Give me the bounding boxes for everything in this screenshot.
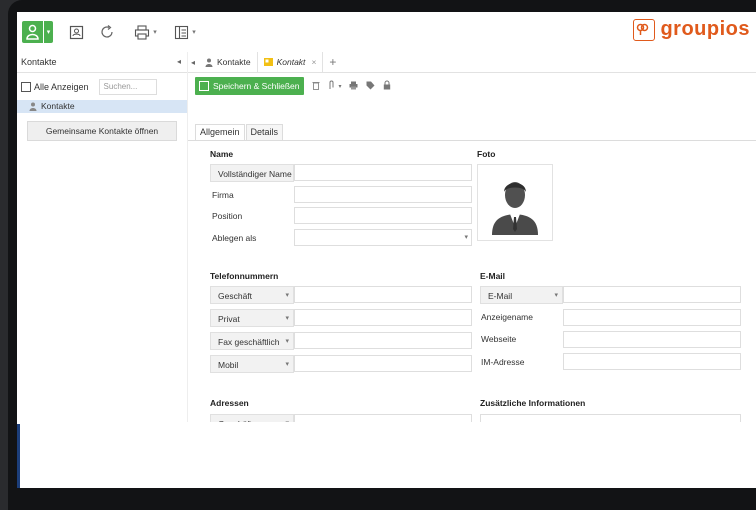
- position-label: Position: [212, 211, 243, 221]
- refresh-icon[interactable]: [97, 21, 117, 43]
- addresses-section-title: Adressen: [210, 398, 249, 408]
- user-menu-chevron-icon[interactable]: ▾: [44, 21, 53, 43]
- save-icon: [199, 81, 209, 91]
- lock-icon[interactable]: [383, 80, 391, 92]
- show-all-label: Alle Anzeigen: [34, 82, 89, 92]
- position-input[interactable]: [294, 207, 472, 224]
- add-tab-icon[interactable]: +: [329, 55, 336, 69]
- phone-mobile-input[interactable]: [294, 355, 472, 372]
- email-section-title: E-Mail: [480, 271, 506, 281]
- tab-label: Kontakte: [217, 57, 251, 67]
- website-label: Webseite: [481, 334, 517, 344]
- groupios-logo: groupios: [633, 18, 750, 41]
- tag-icon[interactable]: [366, 81, 375, 92]
- file-as-select[interactable]: ▾: [294, 229, 472, 246]
- save-and-close-label: Speichern & Schließen: [213, 81, 300, 91]
- phone-fax-input[interactable]: [294, 332, 472, 349]
- avatar-icon: [492, 182, 538, 235]
- sidebar-header: Kontakte ◂: [17, 52, 187, 73]
- chevron-down-icon: ▾: [285, 338, 289, 345]
- phone-type-label: Fax geschäftlich: [218, 337, 280, 347]
- sidebar-search-input[interactable]: Suchen...: [98, 79, 157, 95]
- contact-person-icon: [29, 102, 37, 111]
- close-tab-icon[interactable]: ×: [311, 57, 316, 67]
- file-as-label: Ablegen als: [212, 233, 257, 243]
- user-icon[interactable]: [22, 21, 43, 43]
- save-and-close-button[interactable]: Speichern & Schließen: [195, 77, 305, 95]
- print-icon[interactable]: [133, 21, 151, 43]
- form-subtabs: Allgemein Details: [195, 124, 284, 140]
- email-input[interactable]: [563, 286, 741, 303]
- company-label: Firma: [212, 190, 234, 200]
- phone-type-label: Geschäft: [218, 291, 253, 301]
- contacts-book-icon[interactable]: [66, 21, 86, 43]
- sidebar-filter-row: Alle Anzeigen Suchen...: [17, 76, 187, 98]
- phone-business-input[interactable]: [294, 286, 472, 303]
- company-input[interactable]: [294, 186, 472, 203]
- app-screen: ▾ ▾ ▾ groupios Kontakte ◂ Alle Anzeigen …: [17, 12, 756, 488]
- contacts-tab-icon: [205, 58, 213, 67]
- print-contact-icon[interactable]: [349, 81, 358, 92]
- print-menu-chevron-icon[interactable]: ▾: [152, 21, 158, 43]
- im-address-label: IM-Adresse: [481, 357, 525, 367]
- logo-mark-icon: [633, 18, 656, 41]
- phone-type-select-private[interactable]: Privat ▾: [210, 309, 294, 327]
- additional-info-section-title: Zusätzliche Informationen: [480, 398, 586, 408]
- fullname-button-label: Vollständiger Name: [218, 169, 292, 179]
- phone-type-select-fax[interactable]: Fax geschäftlich ▾: [210, 332, 294, 350]
- chevron-down-icon: ▾: [554, 292, 558, 299]
- sidebar-item-kontakte[interactable]: Kontakte: [17, 100, 187, 113]
- screen-bottom-area: [17, 422, 756, 488]
- layout-icon[interactable]: [172, 21, 190, 43]
- display-name-input[interactable]: [563, 309, 741, 326]
- chevron-down-icon: ▾: [285, 361, 289, 368]
- screen-edge-accent: [17, 424, 20, 488]
- contact-photo-placeholder[interactable]: [477, 164, 553, 241]
- fullname-button[interactable]: Vollständiger Name: [210, 164, 294, 182]
- collapse-sidebar-icon[interactable]: ◂: [177, 52, 181, 72]
- sidebar-item-label: Kontakte: [41, 101, 75, 111]
- chevron-down-icon: ▾: [285, 292, 289, 299]
- phone-type-label: Privat: [218, 314, 240, 324]
- phone-private-input[interactable]: [294, 309, 472, 326]
- chevron-down-icon: ▾: [464, 234, 468, 241]
- delete-icon[interactable]: [312, 81, 320, 92]
- action-bar: Speichern & Schließen ▾: [188, 73, 756, 99]
- email-type-label: E-Mail: [488, 291, 513, 301]
- phone-type-label: Mobil: [218, 360, 239, 370]
- open-shared-contacts-button[interactable]: Gemeinsame Kontakte öffnen: [27, 121, 177, 141]
- layout-menu-chevron-icon[interactable]: ▾: [191, 21, 197, 43]
- tab-details[interactable]: Details: [245, 124, 284, 140]
- tab-kontakt[interactable]: Kontakt ×: [256, 52, 324, 72]
- attachment-menu-chevron-icon[interactable]: ▾: [338, 83, 341, 90]
- website-input[interactable]: [563, 331, 741, 348]
- chevron-down-icon: ▾: [285, 315, 289, 322]
- name-section-title: Name: [210, 149, 234, 159]
- sidebar-title: Kontakte: [21, 57, 57, 67]
- contact-card-icon: [263, 58, 273, 66]
- fullname-input[interactable]: [294, 164, 472, 181]
- phone-type-select-mobile[interactable]: Mobil ▾: [210, 355, 294, 373]
- brand-name: groupios: [660, 18, 750, 40]
- show-all-checkbox[interactable]: [21, 82, 31, 92]
- phone-section-title: Telefonnummern: [210, 271, 279, 281]
- photo-section-title: Foto: [477, 149, 496, 159]
- tab-label: Kontakt: [276, 57, 306, 67]
- attachment-icon[interactable]: [328, 80, 335, 92]
- im-address-input[interactable]: [563, 353, 741, 370]
- phone-type-select-business[interactable]: Geschäft ▾: [210, 286, 294, 304]
- tab-kontakte[interactable]: Kontakte: [199, 52, 257, 72]
- app-toolbar: ▾ ▾ ▾ groupios: [17, 12, 756, 52]
- tab-allgemein[interactable]: Allgemein: [195, 124, 245, 140]
- tabs-scroll-left-icon[interactable]: ◂: [191, 58, 195, 67]
- tab-bar: ◂ Kontakte Kontakt × +: [188, 52, 756, 73]
- display-name-label: Anzeigename: [481, 312, 533, 322]
- email-type-select[interactable]: E-Mail ▾: [480, 286, 563, 304]
